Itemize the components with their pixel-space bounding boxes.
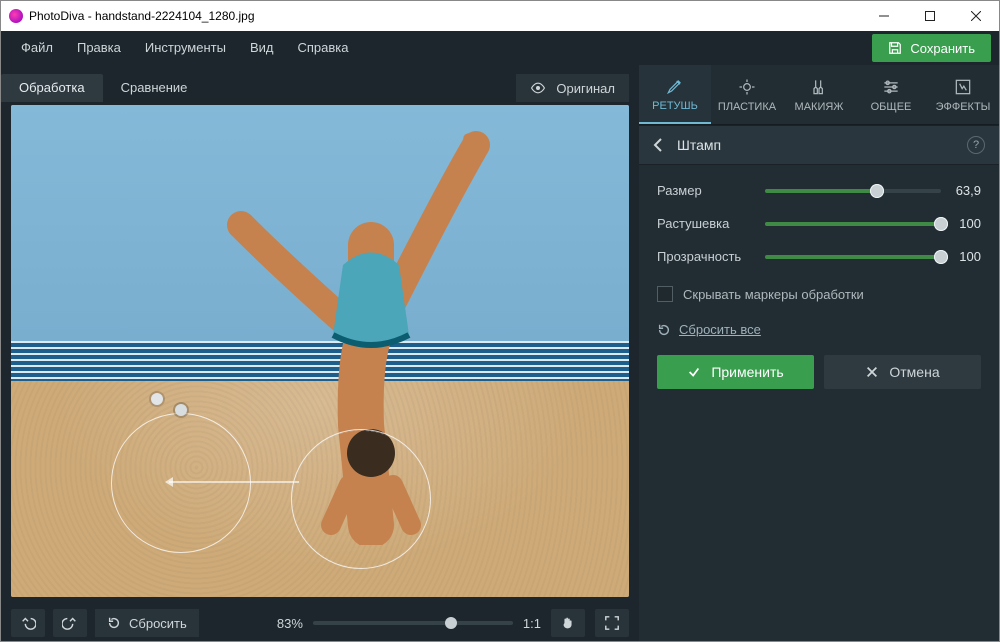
clone-source-marker[interactable]	[111, 413, 251, 553]
original-toggle-label: Оригинал	[556, 81, 615, 96]
image-canvas[interactable]	[11, 105, 629, 597]
hide-markers-label: Скрывать маркеры обработки	[683, 287, 864, 302]
marker-handle[interactable]	[151, 393, 163, 405]
tab-compare[interactable]: Сравнение	[103, 74, 206, 102]
cat-makeup-label: МАКИЯЖ	[795, 101, 844, 113]
apply-button[interactable]: Применить	[657, 355, 814, 389]
chevron-left-icon	[653, 138, 663, 152]
clone-arrow-icon	[169, 481, 299, 483]
menu-bar: Файл Правка Инструменты Вид Справка Сохр…	[1, 31, 999, 65]
close-icon	[865, 365, 879, 379]
window-titlebar: PhotoDiva - handstand-2224104_1280.jpg	[1, 1, 999, 31]
slider-size-row: Размер 63,9	[657, 183, 981, 198]
retouch-icon	[665, 76, 685, 96]
window-title: PhotoDiva - handstand-2224104_1280.jpg	[29, 9, 861, 23]
zoom-controls: 83% 1:1	[277, 609, 629, 637]
window-maximize-button[interactable]	[907, 1, 953, 31]
pan-hand-button[interactable]	[551, 609, 585, 637]
cat-retouch[interactable]: РЕТУШЬ	[639, 65, 711, 124]
zoom-ratio-button[interactable]: 1:1	[523, 616, 541, 631]
undo-button[interactable]	[11, 609, 45, 637]
cancel-button-label: Отмена	[889, 364, 939, 380]
apply-button-label: Применить	[711, 364, 783, 380]
hide-markers-row[interactable]: Скрывать маркеры обработки	[657, 282, 981, 316]
reset-button[interactable]: Сбросить	[95, 609, 199, 637]
panel-header: Штамп ?	[639, 125, 999, 165]
reset-icon	[107, 616, 121, 630]
menu-file[interactable]: Файл	[9, 31, 65, 65]
slider-size[interactable]	[765, 189, 941, 193]
fullscreen-button[interactable]	[595, 609, 629, 637]
canvas-wrap	[1, 105, 639, 605]
slider-feather-row: Растушевка 100	[657, 216, 981, 231]
window-minimize-button[interactable]	[861, 1, 907, 31]
reset-all-icon	[657, 323, 671, 337]
slider-opacity[interactable]	[765, 255, 941, 259]
reset-all-label: Сбросить все	[679, 322, 761, 337]
panel-help-button[interactable]: ?	[967, 136, 985, 154]
zoom-slider[interactable]	[313, 621, 513, 625]
save-icon	[888, 41, 902, 55]
cat-general-label: ОБЩЕЕ	[871, 101, 912, 113]
save-button-label: Сохранить	[910, 41, 975, 56]
cat-plastic[interactable]: ПЛАСТИКА	[711, 65, 783, 124]
slider-opacity-label: Прозрачность	[657, 249, 765, 264]
zoom-value: 83%	[277, 616, 303, 631]
save-button[interactable]: Сохранить	[872, 34, 991, 62]
panel-actions: Применить Отмена	[657, 355, 981, 389]
redo-button[interactable]	[53, 609, 87, 637]
app-logo-icon	[9, 9, 23, 23]
slider-size-value: 63,9	[941, 183, 981, 198]
window-close-button[interactable]	[953, 1, 999, 31]
categories-tabs: РЕТУШЬ ПЛАСТИКА МАКИЯЖ ОБЩЕЕ ЭФФЕКТЫ	[639, 65, 999, 125]
makeup-icon	[809, 77, 829, 97]
cat-effects[interactable]: ЭФФЕКТЫ	[927, 65, 999, 124]
properties-pane: РЕТУШЬ ПЛАСТИКА МАКИЯЖ ОБЩЕЕ ЭФФЕКТЫ	[639, 65, 999, 641]
effects-icon	[953, 77, 973, 97]
general-icon	[881, 77, 901, 97]
cat-effects-label: ЭФФЕКТЫ	[936, 101, 991, 113]
tab-processing[interactable]: Обработка	[1, 74, 103, 102]
reset-button-label: Сбросить	[129, 616, 187, 631]
slider-opacity-row: Прозрачность 100	[657, 249, 981, 264]
editor-pane: Обработка Сравнение Оригинал	[1, 65, 639, 641]
cat-plastic-label: ПЛАСТИКА	[718, 101, 776, 113]
menu-view[interactable]: Вид	[238, 31, 286, 65]
menu-edit[interactable]: Правка	[65, 31, 133, 65]
cat-general[interactable]: ОБЩЕЕ	[855, 65, 927, 124]
reset-all-link[interactable]: Сбросить все	[657, 316, 981, 355]
slider-size-label: Размер	[657, 183, 765, 198]
menu-help[interactable]: Справка	[285, 31, 360, 65]
panel-body: Размер 63,9 Растушевка 100 Прозрачность	[639, 165, 999, 395]
cat-makeup[interactable]: МАКИЯЖ	[783, 65, 855, 124]
hide-markers-checkbox[interactable]	[657, 286, 673, 302]
app-window: PhotoDiva - handstand-2224104_1280.jpg Ф…	[0, 0, 1000, 642]
cancel-button[interactable]: Отмена	[824, 355, 981, 389]
editor-tabs: Обработка Сравнение Оригинал	[1, 71, 639, 105]
plastic-icon	[737, 77, 757, 97]
menu-tools[interactable]: Инструменты	[133, 31, 238, 65]
slider-feather[interactable]	[765, 222, 941, 226]
clone-target-marker[interactable]	[291, 429, 431, 569]
cat-retouch-label: РЕТУШЬ	[652, 100, 698, 112]
eye-icon	[530, 82, 546, 94]
panel-back-button[interactable]	[653, 138, 663, 152]
panel-title: Штамп	[677, 137, 721, 153]
canvas-toolbar: Сбросить 83% 1:1	[1, 605, 639, 641]
slider-feather-label: Растушевка	[657, 216, 765, 231]
original-toggle-button[interactable]: Оригинал	[516, 74, 629, 102]
main-area: Обработка Сравнение Оригинал	[1, 65, 999, 641]
check-icon	[687, 365, 701, 379]
